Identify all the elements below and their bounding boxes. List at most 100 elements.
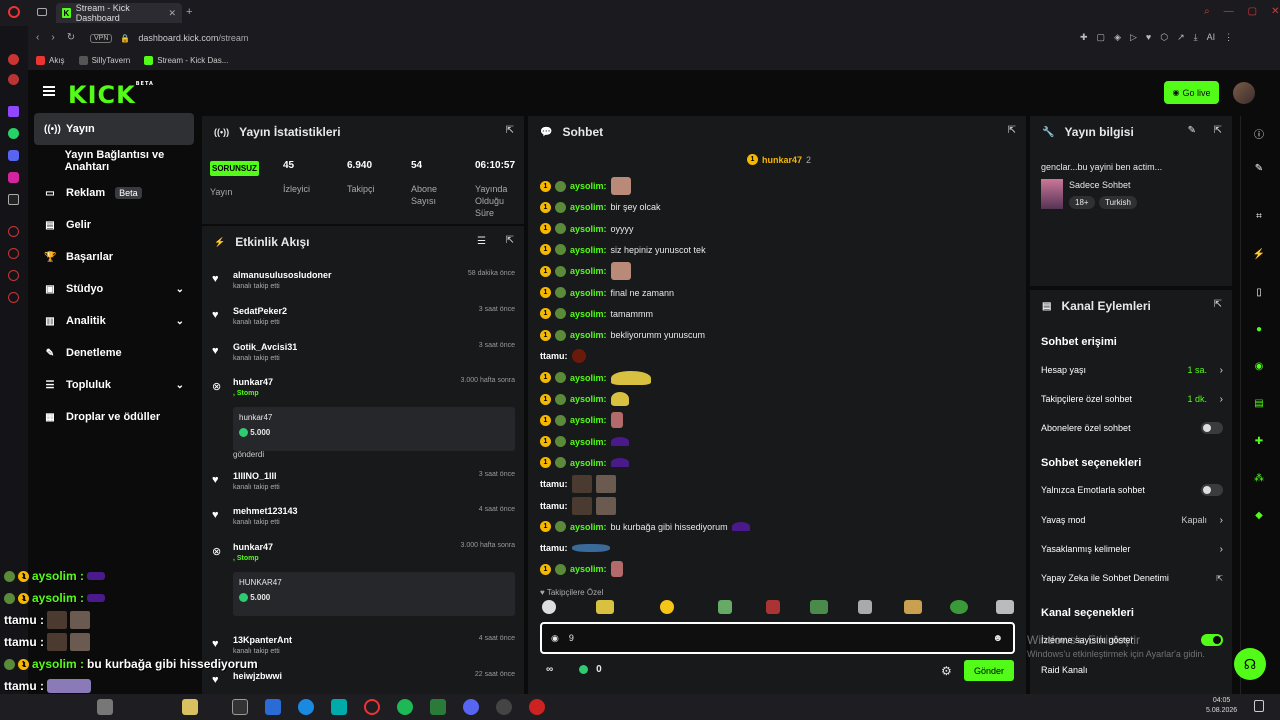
popout-icon[interactable]: ⇱ bbox=[506, 125, 514, 136]
activity-item[interactable]: ♥ Gotik_Avcisi31 kanalı takip etti 3 saat ö… bbox=[212, 342, 515, 362]
chat-username[interactable]: aysolim: bbox=[570, 564, 607, 574]
edit-icon[interactable]: ✎ bbox=[1188, 125, 1196, 136]
chat-username[interactable]: aysolim: bbox=[570, 266, 607, 276]
twitch-icon[interactable] bbox=[8, 106, 19, 117]
task-view-icon[interactable] bbox=[232, 699, 248, 715]
chat-username[interactable]: aysolim: bbox=[570, 245, 607, 255]
taskbar-app-icon[interactable] bbox=[331, 699, 347, 715]
notification-icon[interactable] bbox=[1254, 700, 1264, 712]
bookmark-kick[interactable]: Stream - Kick Das... bbox=[144, 55, 228, 65]
reload-icon[interactable]: ↻ bbox=[67, 32, 75, 43]
popout-icon[interactable]: ⇱ bbox=[506, 235, 514, 246]
whatsapp-icon[interactable] bbox=[8, 128, 19, 139]
screenshot-icon[interactable]: ⌗ bbox=[1252, 211, 1266, 225]
activity-item[interactable]: ♥ 13KpanterAnt kanalı takip etti 4 saat önc… bbox=[212, 635, 515, 655]
slow-mode-setting[interactable]: Yavaş mod Kapalı › bbox=[1041, 512, 1223, 528]
subs-chat-setting[interactable]: Abonelere özel sohbet bbox=[1041, 420, 1223, 436]
banned-words-setting[interactable]: Yasaklanmış kelimeler › bbox=[1041, 541, 1223, 557]
emote-only-toggle[interactable] bbox=[1201, 484, 1223, 496]
close-window-icon[interactable]: ✕ bbox=[1271, 6, 1279, 17]
broadcast-icon[interactable]: ◉ bbox=[1252, 361, 1266, 375]
chat-username[interactable]: aysolim: bbox=[570, 373, 607, 383]
taskbar-app-icon[interactable] bbox=[265, 699, 281, 715]
x-icon[interactable] bbox=[8, 194, 19, 205]
account-age-setting[interactable]: Hesap yaşı 1 sa. › bbox=[1041, 362, 1223, 378]
emote-icon[interactable] bbox=[596, 600, 614, 614]
subs-chat-toggle[interactable] bbox=[1201, 422, 1223, 434]
nav-yayin[interactable]: ((•)) Yayın bbox=[34, 113, 194, 145]
wrench-icon[interactable]: ✚ bbox=[1252, 436, 1266, 450]
user-avatar[interactable] bbox=[1233, 82, 1255, 104]
nav-reklam[interactable]: ▭ Reklam Beta bbox=[34, 177, 194, 209]
nav-analitik[interactable]: ▥ Analitik ⌄ bbox=[34, 305, 194, 337]
bookmark-akis[interactable]: Akış bbox=[36, 55, 65, 65]
kick-logo[interactable]: KICKBETA bbox=[68, 81, 154, 109]
activity-item[interactable]: ♥ almanusulusosludoner kanalı takip etti 58… bbox=[212, 270, 515, 290]
taskbar-app-icon[interactable] bbox=[97, 699, 113, 715]
chat-username[interactable]: aysolim: bbox=[570, 415, 607, 425]
pinned-gifter[interactable]: 1 hunkar47 2 bbox=[747, 154, 811, 165]
panel-icon[interactable]: ▤ bbox=[1252, 398, 1266, 412]
share-icon[interactable]: ↗ bbox=[1177, 32, 1185, 43]
people-icon[interactable]: ⁂ bbox=[1252, 473, 1266, 487]
emote-icon[interactable] bbox=[718, 600, 732, 614]
chat-username[interactable]: ttamu: bbox=[540, 351, 568, 361]
play-icon[interactable]: ▷ bbox=[1130, 32, 1137, 43]
nav-denetleme[interactable]: ✎ Denetleme bbox=[34, 337, 194, 369]
filter-icon[interactable]: ☰ bbox=[477, 236, 486, 247]
chat-icon[interactable]: ● bbox=[1252, 324, 1266, 338]
forward-icon[interactable]: › bbox=[51, 32, 54, 43]
chat-username[interactable]: aysolim: bbox=[570, 522, 607, 532]
popout-icon[interactable]: ⇱ bbox=[1008, 125, 1016, 136]
emote-icon[interactable] bbox=[766, 600, 780, 614]
new-tab-button[interactable]: + bbox=[186, 6, 192, 18]
minimize-icon[interactable]: — bbox=[1224, 6, 1234, 17]
chat-username[interactable]: aysolim: bbox=[570, 437, 607, 447]
taskbar-app-icon[interactable] bbox=[182, 699, 198, 715]
followers-chat-setting[interactable]: Takipçilere özel sohbet 1 dk. › bbox=[1041, 391, 1223, 407]
emoji-icon[interactable]: ☻ bbox=[992, 633, 1003, 644]
popout-icon[interactable]: ⇱ bbox=[1214, 125, 1222, 136]
document-icon[interactable]: ▯ bbox=[1252, 287, 1266, 301]
ai-moderation-setting[interactable]: Yapay Zeka ile Sohbet Denetimi ⇱ bbox=[1041, 570, 1223, 586]
pencil-icon[interactable]: ✎ bbox=[1252, 163, 1266, 177]
bookmark-sillytavern[interactable]: SillyTavern bbox=[78, 55, 130, 65]
lightning-icon[interactable]: ⚡ bbox=[1252, 249, 1266, 263]
taskbar-clock[interactable]: 04:05 5.08.2026 bbox=[1206, 696, 1237, 716]
discord-icon[interactable] bbox=[8, 150, 19, 161]
obs-icon[interactable] bbox=[496, 699, 512, 715]
ai-icon[interactable]: AI bbox=[1207, 32, 1216, 43]
emote-icon[interactable] bbox=[996, 600, 1014, 614]
opera-logo-icon[interactable] bbox=[8, 6, 20, 18]
browser-tab[interactable]: K Stream - Kick Dashboard ✕ bbox=[56, 3, 182, 23]
infinity-icon[interactable]: ∞ bbox=[546, 664, 553, 675]
info-icon[interactable]: ⓘ bbox=[1252, 126, 1266, 141]
download-icon[interactable]: ⤓ bbox=[1194, 32, 1198, 43]
viewer-count-toggle[interactable] bbox=[1201, 634, 1223, 646]
discord-taskbar-icon[interactable] bbox=[463, 699, 479, 715]
menu-icon[interactable]: ⋮ bbox=[1224, 32, 1233, 43]
extensions-sidebar-icon[interactable] bbox=[8, 248, 19, 259]
chat-username[interactable]: ttamu: bbox=[540, 543, 568, 553]
activity-item[interactable]: ♥ SedatPeker2 kanalı takip etti 3 saat önce bbox=[212, 306, 515, 326]
nav-gelir[interactable]: ▤ Gelir bbox=[34, 209, 194, 241]
emote-icon[interactable] bbox=[660, 600, 674, 614]
taskbar-app-icon[interactable] bbox=[529, 699, 545, 715]
chat-username[interactable]: aysolim: bbox=[570, 224, 607, 234]
popout-icon[interactable]: ⇱ bbox=[1214, 299, 1222, 310]
nav-basarilar[interactable]: 🏆 Başarılar bbox=[34, 241, 194, 273]
shield-icon[interactable]: ◈ bbox=[1114, 32, 1121, 43]
chat-username[interactable]: ttamu: bbox=[540, 501, 568, 511]
tab-close-icon[interactable]: ✕ bbox=[168, 8, 176, 19]
history-icon[interactable] bbox=[8, 226, 19, 237]
messenger-icon[interactable] bbox=[8, 54, 19, 65]
emote-icon[interactable] bbox=[542, 600, 556, 614]
send-button[interactable]: Gönder bbox=[964, 660, 1014, 681]
activity-item[interactable]: ♥ mehmet123143 kanalı takip etti 4 saat önc… bbox=[212, 506, 515, 526]
maximize-icon[interactable]: ▢ bbox=[1248, 6, 1257, 17]
chat-username[interactable]: aysolim: bbox=[570, 330, 607, 340]
opera-taskbar-icon[interactable] bbox=[364, 699, 380, 715]
taskbar-app-icon[interactable] bbox=[430, 699, 446, 715]
go-live-button[interactable]: ◉ Go live bbox=[1164, 81, 1219, 104]
music-icon[interactable] bbox=[8, 74, 19, 85]
